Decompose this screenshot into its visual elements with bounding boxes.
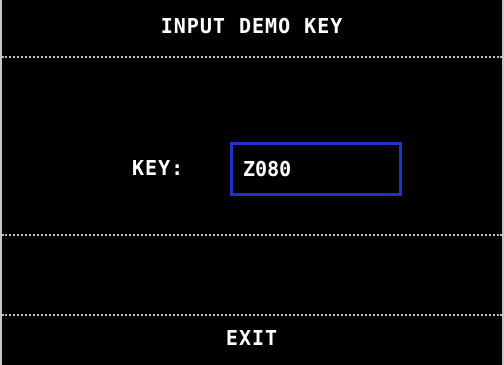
divider-middle: [2, 234, 502, 236]
screen-title: INPUT DEMO KEY: [160, 14, 344, 38]
key-input[interactable]: [230, 142, 402, 196]
exit-button[interactable]: EXIT: [2, 318, 502, 358]
device-screen: INPUT DEMO KEY KEY: EXIT: [0, 0, 504, 365]
key-label: KEY:: [132, 156, 185, 180]
divider-bottom: [2, 314, 502, 316]
divider-top: [2, 56, 502, 58]
